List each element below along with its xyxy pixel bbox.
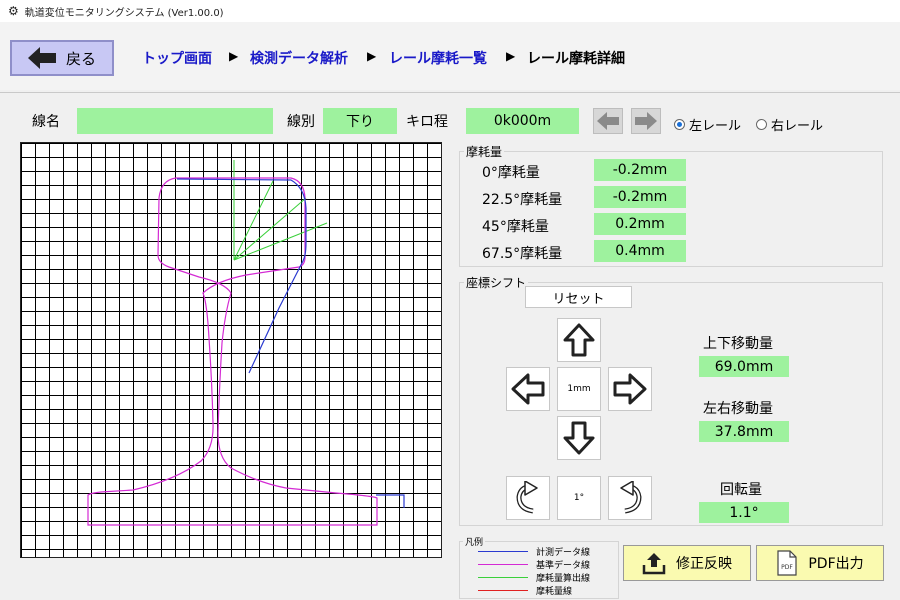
rotate-ccw-icon — [516, 481, 538, 514]
wear-calc-line-22 — [233, 180, 274, 261]
arrow-left-icon — [27, 47, 56, 69]
vertical-shift-value: 69.0mm — [699, 356, 789, 377]
wear-22-label: 22.5°摩耗量 — [482, 192, 563, 208]
upload-icon — [642, 553, 666, 575]
radio-right-label: 右レール — [771, 119, 824, 134]
title-bar: ⚙ 軌道変位モニタリングシステム (Ver1.00.0) — [0, 0, 900, 22]
legend-item-wear: 摩耗量線 — [478, 584, 572, 597]
next-button[interactable] — [631, 108, 661, 134]
breadcrumb-wear-list[interactable]: レール摩耗一覧 — [389, 48, 487, 68]
legend-swatch — [478, 590, 528, 591]
direction-field: 下り — [323, 108, 397, 134]
wear-22-value: -0.2mm — [594, 186, 686, 208]
back-button-label: 戻る — [65, 49, 96, 68]
vertical-shift-label: 上下移動量 — [703, 336, 773, 352]
breadcrumb-separator-icon: ▶ — [229, 49, 239, 63]
breadcrumb-separator-icon: ▶ — [506, 49, 516, 63]
legend-label: 基準データ線 — [536, 561, 591, 571]
rotation-value: 1.1° — [699, 502, 789, 523]
rotate-left-button[interactable] — [506, 476, 550, 520]
rotation-label: 回転量 — [720, 482, 762, 498]
wear-0-value: -0.2mm — [594, 159, 686, 181]
move-step-label: 1mm — [557, 367, 601, 411]
direction-label: 線別 — [287, 114, 315, 130]
pdf-export-label: PDF出力 — [808, 556, 864, 572]
breadcrumb-analysis[interactable]: 検測データ解析 — [250, 48, 348, 68]
legend-swatch — [478, 577, 528, 578]
back-button[interactable]: 戻る — [10, 40, 114, 76]
breadcrumb-top[interactable]: トップ画面 — [142, 48, 212, 68]
app-icon: ⚙ — [8, 4, 19, 18]
wear-45-label: 45°摩耗量 — [482, 219, 549, 235]
wear-calc-line-45 — [233, 197, 307, 261]
radio-checked-icon — [674, 119, 685, 130]
legend-item-calc: 摩耗量算出線 — [478, 571, 590, 584]
km-label: キロ程 — [406, 114, 448, 130]
pdf-file-icon: PDF — [777, 550, 797, 576]
km-field: 0k000m — [466, 108, 579, 134]
rotate-step-label: 1° — [557, 476, 601, 520]
move-left-button[interactable] — [506, 367, 550, 411]
rotate-right-button[interactable] — [608, 476, 652, 520]
legend-item-reference: 基準データ線 — [478, 558, 590, 571]
arrow-right-icon — [613, 373, 647, 405]
arrow-down-icon — [563, 421, 595, 455]
radio-left-label: 左レール — [689, 119, 742, 134]
move-down-button[interactable] — [557, 416, 601, 460]
arrow-left-icon — [597, 112, 619, 130]
breadcrumb-current: レール摩耗詳細 — [527, 51, 625, 67]
radio-unchecked-icon — [756, 119, 767, 130]
wear-group-title: 摩耗量 — [464, 143, 505, 160]
arrow-up-icon — [563, 323, 595, 357]
window-title: 軌道変位モニタリングシステム (Ver1.00.0) — [24, 7, 224, 19]
rotate-cw-icon — [620, 481, 642, 514]
move-right-button[interactable] — [608, 367, 652, 411]
reference-profile-line — [87, 177, 378, 526]
svg-text:PDF: PDF — [782, 564, 794, 571]
wear-0-label: 0°摩耗量 — [482, 165, 540, 181]
line-name-label: 線名 — [32, 114, 60, 130]
move-up-button[interactable] — [557, 318, 601, 362]
header-divider — [0, 92, 900, 93]
legend-label: 摩耗量算出線 — [536, 574, 591, 584]
legend-item-measured: 計測データ線 — [478, 545, 590, 558]
apply-correction-label: 修正反映 — [676, 556, 732, 572]
radio-left-rail[interactable]: 左レール — [674, 115, 741, 134]
arrow-left-icon — [511, 373, 545, 405]
rail-profile-graphic — [87, 160, 405, 526]
wear-45-value: 0.2mm — [594, 213, 686, 235]
rail-profile-plot — [20, 142, 442, 558]
radio-right-rail[interactable]: 右レール — [756, 115, 823, 134]
pdf-export-button[interactable]: PDF PDF出力 — [756, 545, 884, 581]
prev-button[interactable] — [593, 108, 623, 134]
wear-67-value: 0.4mm — [594, 240, 686, 262]
shift-group-title: 座標シフト — [464, 274, 529, 291]
line-name-field — [77, 108, 273, 134]
breadcrumb-separator-icon: ▶ — [367, 49, 377, 63]
legend-swatch — [478, 551, 528, 552]
wear-67-label: 67.5°摩耗量 — [482, 246, 563, 262]
horizontal-shift-value: 37.8mm — [699, 421, 789, 442]
measured-profile-line — [176, 178, 405, 508]
legend-swatch — [478, 564, 528, 565]
legend-label: 計測データ線 — [536, 548, 591, 558]
arrow-right-icon — [635, 112, 657, 130]
wear-calc-line-67 — [233, 222, 328, 261]
legend-label: 摩耗量線 — [536, 587, 573, 597]
apply-correction-button[interactable]: 修正反映 — [623, 545, 751, 581]
horizontal-shift-label: 左右移動量 — [703, 401, 773, 417]
reset-button[interactable]: リセット — [525, 286, 632, 308]
